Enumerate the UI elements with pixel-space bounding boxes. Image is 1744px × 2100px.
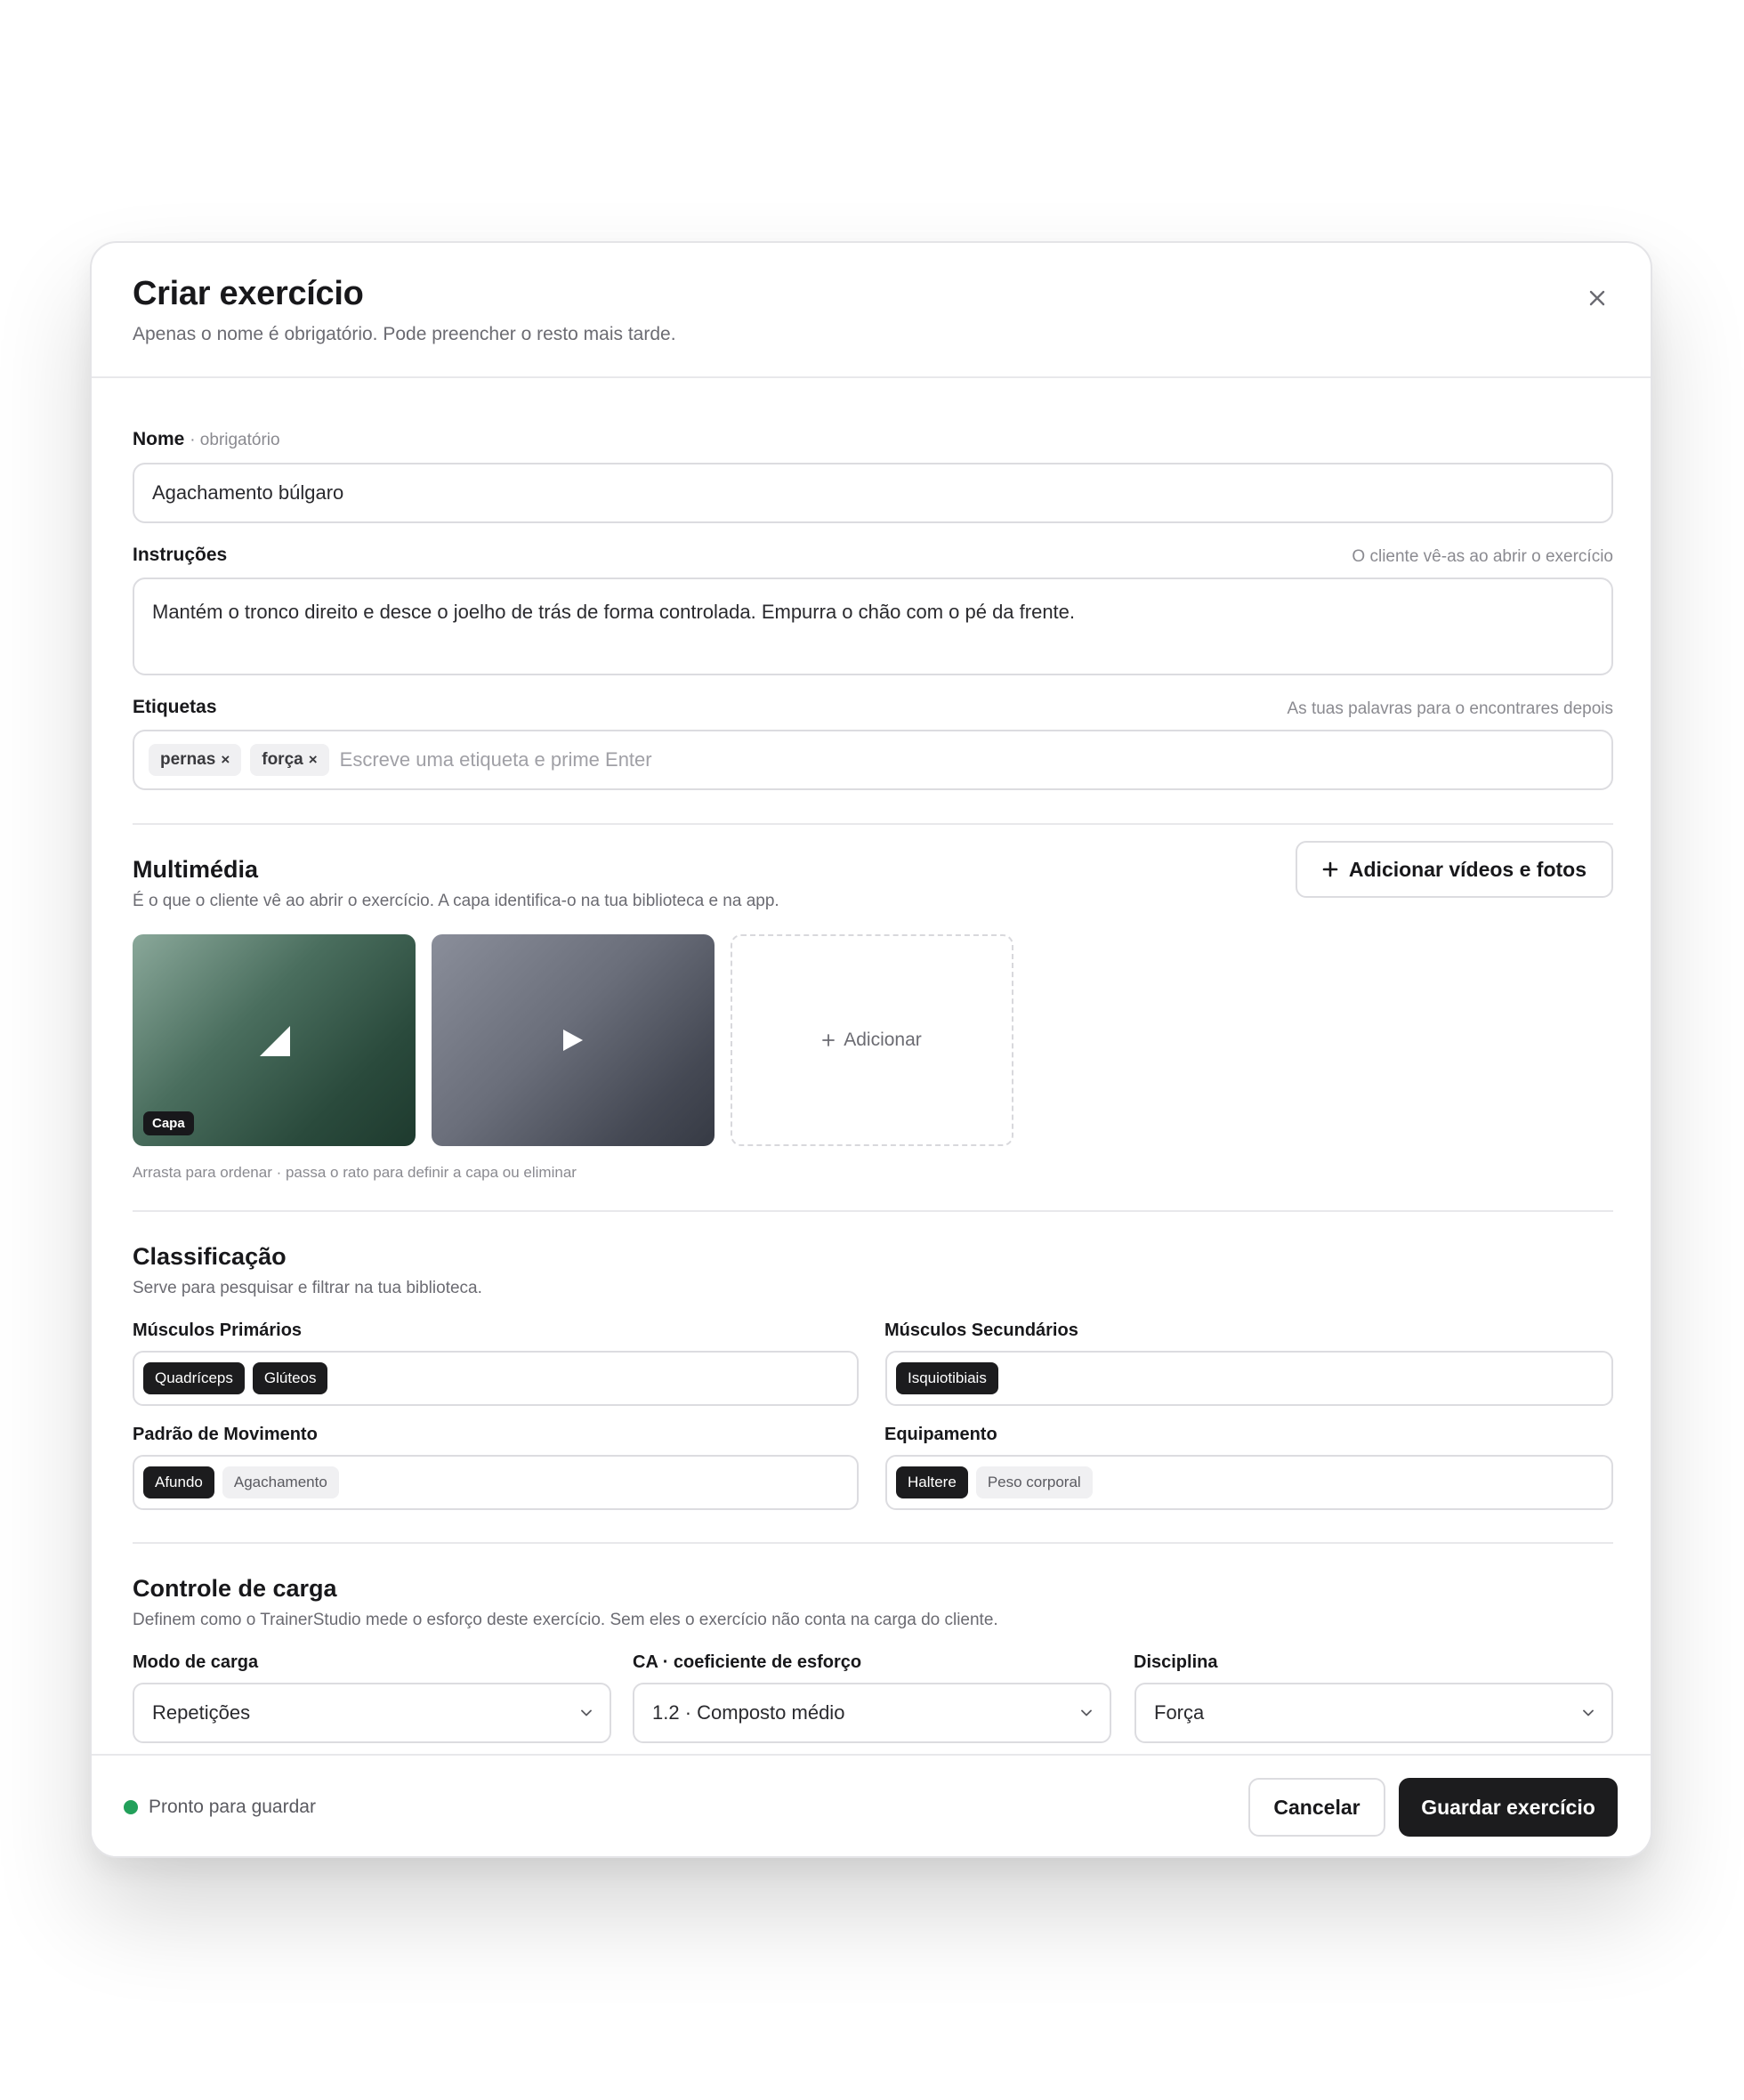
chip-gluteos[interactable]: Glúteos (252, 1362, 328, 1394)
instructions-label: Instruções (133, 545, 228, 565)
save-exercise-button[interactable]: Guardar exercício (1399, 1778, 1618, 1837)
chip-peso-corporal[interactable]: Peso corporal (975, 1466, 1093, 1498)
primary-muscles-label: Músculos Primários (133, 1321, 303, 1340)
load-title: Controle de carga (133, 1575, 337, 1602)
tag-remove-icon[interactable]: × (221, 751, 230, 769)
save-status: Pronto para guardar (124, 1797, 316, 1818)
tag-remove-icon[interactable]: × (309, 751, 318, 769)
dialog-subtitle: Apenas o nome é obrigatório. Pode preenc… (133, 324, 676, 344)
status-text: Pronto para guardar (149, 1797, 316, 1817)
play-icon (563, 1030, 583, 1051)
tags-input[interactable]: pernas × força × Escreve uma etiqueta e … (133, 730, 1613, 790)
coefficient-value: 1.2 · Composto médio (652, 1701, 845, 1724)
coefficient-label: CA · coeficiente de esforço (633, 1652, 862, 1672)
classification-title: Classificação (133, 1243, 287, 1270)
chip-afundo[interactable]: Afundo (143, 1466, 214, 1498)
tags-label: Etiquetas (133, 697, 217, 717)
chip-agachamento[interactable]: Agachamento (222, 1466, 339, 1498)
chevron-down-icon (581, 1709, 592, 1716)
close-icon (1589, 290, 1605, 306)
tag-chip: força × (250, 744, 329, 776)
equipment-label: Equipamento (884, 1425, 997, 1444)
tag-chip: pernas × (149, 744, 242, 776)
discipline-label: Disciplina (1134, 1652, 1218, 1672)
create-exercise-dialog: Criar exercício Apenas o nome é obrigató… (90, 241, 1652, 1858)
load-mode-select[interactable]: Repetições (133, 1683, 611, 1743)
chip-isquiotibiais[interactable]: Isquiotibiais (896, 1362, 998, 1394)
section-divider (133, 823, 1613, 825)
media-hint: Arrasta para ordenar · passa o rato para… (133, 1164, 577, 1181)
instructions-value: Mantém o tronco direito e desce o joelho… (152, 601, 1076, 623)
add-media-button[interactable]: Adicionar vídeos e fotos (1295, 841, 1613, 898)
tag-text: força (262, 750, 303, 769)
cover-badge: Capa (143, 1111, 194, 1135)
discipline-select[interactable]: Força (1134, 1683, 1613, 1743)
plus-icon (822, 1034, 836, 1046)
add-media-tile[interactable]: Adicionar (731, 934, 1013, 1146)
name-input[interactable]: Agachamento búlgaro (133, 463, 1613, 523)
chip-quadriceps[interactable]: Quadríceps (143, 1362, 245, 1394)
classification-subtitle: Serve para pesquisar e filtrar na tua bi… (133, 1279, 482, 1297)
required-note: · obrigatório (190, 431, 280, 449)
chevron-down-icon (1081, 1709, 1092, 1716)
name-label-text: Nome (133, 429, 185, 449)
media-subtitle: É o que o cliente vê ao abrir o exercíci… (133, 892, 779, 910)
section-divider (133, 1210, 1613, 1212)
load-mode-label: Modo de carga (133, 1652, 259, 1672)
instructions-hint: O cliente vê-as ao abrir o exercício (1352, 547, 1613, 566)
media-thumb-cover[interactable]: Capa (133, 934, 416, 1146)
tag-input-placeholder[interactable]: Escreve uma etiqueta e prime Enter (340, 748, 652, 771)
add-media-label: Adicionar vídeos e fotos (1348, 857, 1587, 881)
dialog-footer: Pronto para guardar Cancelar Guardar exe… (92, 1754, 1651, 1856)
primary-muscles-field[interactable]: Quadríceps Glúteos (133, 1351, 859, 1406)
tags-hint: As tuas palavras para o encontrares depo… (1287, 699, 1614, 718)
section-divider (133, 1542, 1613, 1544)
load-subtitle: Definem como o TrainerStudio mede o esfo… (133, 1611, 998, 1629)
chevron-down-icon (1583, 1709, 1594, 1716)
dialog-title: Criar exercício (133, 275, 364, 312)
load-mode-value: Repetições (152, 1701, 251, 1724)
name-input-value: Agachamento búlgaro (152, 481, 344, 504)
tag-text: pernas (160, 750, 216, 769)
status-dot-icon (124, 1800, 138, 1814)
dialog-header: Criar exercício Apenas o nome é obrigató… (92, 243, 1651, 378)
movement-pattern-label: Padrão de Movimento (133, 1425, 318, 1444)
movement-pattern-field[interactable]: Afundo Agachamento (133, 1455, 859, 1510)
add-media-tile-label: Adicionar (844, 1030, 922, 1050)
secondary-muscles-field[interactable]: Isquiotibiais (885, 1351, 1613, 1406)
close-button[interactable] (1578, 279, 1617, 318)
image-icon (260, 1026, 290, 1056)
secondary-muscles-label: Músculos Secundários (884, 1321, 1078, 1340)
chip-haltere[interactable]: Haltere (896, 1466, 968, 1498)
discipline-value: Força (1154, 1701, 1205, 1724)
instructions-textarea[interactable]: Mantém o tronco direito e desce o joelho… (133, 578, 1613, 675)
media-title: Multimédia (133, 856, 259, 883)
equipment-field[interactable]: Haltere Peso corporal (885, 1455, 1613, 1510)
media-thumb-video[interactable] (432, 934, 715, 1146)
name-label: Nome · obrigatório (133, 429, 280, 450)
cancel-button[interactable]: Cancelar (1248, 1778, 1385, 1837)
plus-icon (1322, 861, 1338, 877)
coefficient-select[interactable]: 1.2 · Composto médio (633, 1683, 1111, 1743)
